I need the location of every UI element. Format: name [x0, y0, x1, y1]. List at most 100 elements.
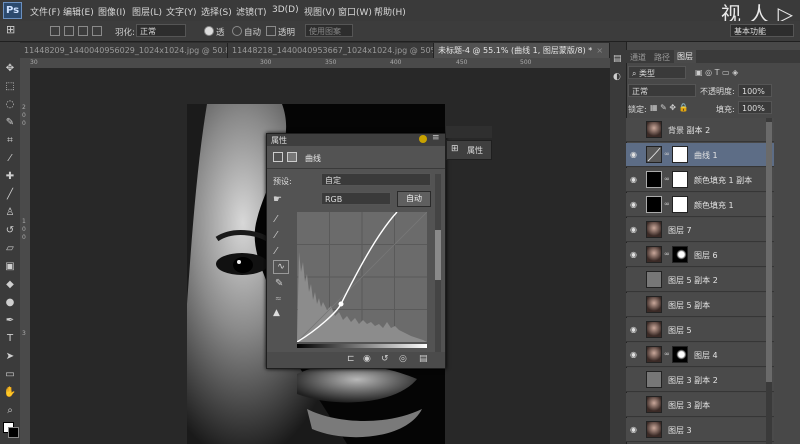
auto-button[interactable]: 自动: [397, 191, 431, 207]
eye-icon[interactable]: ◉: [630, 150, 641, 159]
layer-row[interactable]: ◉ 图层 3: [626, 418, 774, 442]
marquee-tool-icon[interactable]: ⬚: [3, 80, 17, 94]
eye-icon[interactable]: ◉: [630, 350, 641, 359]
fill-input[interactable]: 100%: [738, 101, 772, 114]
tab-channels[interactable]: 通道: [630, 52, 646, 63]
eye-hidden-icon[interactable]: [630, 400, 641, 409]
layer-mask-thumbnail[interactable]: [672, 246, 688, 263]
scrollbar-thumb[interactable]: [766, 122, 772, 382]
menu-layer[interactable]: 图层(L): [132, 5, 162, 18]
history-brush-tool-icon[interactable]: ↺: [3, 224, 17, 238]
adjustments-icon[interactable]: ◐: [613, 72, 621, 82]
history-icon[interactable]: ▤: [613, 54, 622, 64]
layer-kind-filter[interactable]: ⌕ 类型: [628, 66, 686, 79]
blur-tool-icon[interactable]: ◆: [3, 278, 17, 292]
hand-tool-icon[interactable]: ✋: [3, 386, 17, 400]
mask-icon[interactable]: [287, 152, 297, 162]
eye-hidden-icon[interactable]: [630, 125, 641, 134]
visibility-icon[interactable]: ◎: [399, 354, 407, 364]
pen-tool-icon[interactable]: ✒: [3, 314, 17, 328]
black-point-eyedropper-icon[interactable]: ⁄: [275, 214, 277, 225]
adjustment-icon[interactable]: [273, 152, 283, 162]
panel-menu-icon[interactable]: ≡: [432, 133, 440, 143]
layer-row[interactable]: 图层 5 副本 2: [626, 268, 774, 292]
quick-select-tool-icon[interactable]: ✎: [3, 116, 17, 130]
menu-view[interactable]: 视图(V): [304, 5, 335, 18]
opacity-input[interactable]: 100%: [738, 84, 772, 97]
tab-layers[interactable]: 图层: [674, 50, 696, 63]
workspace-select[interactable]: 基本功能: [730, 24, 794, 37]
layer-row[interactable]: ◉ ∞ 颜色填充 1 副本: [626, 168, 774, 192]
eye-hidden-icon[interactable]: [630, 275, 641, 284]
path-select-tool-icon[interactable]: ➤: [3, 350, 17, 364]
menu-image[interactable]: 图像(I): [98, 5, 126, 18]
channel-select[interactable]: RGB: [321, 192, 391, 205]
menu-type[interactable]: 文字(Y): [166, 5, 197, 18]
eye-icon[interactable]: ◉: [630, 200, 641, 209]
menu-file[interactable]: 文件(F): [30, 5, 60, 18]
use-pattern-button[interactable]: 使用图案: [305, 24, 353, 37]
reset-icon[interactable]: ↺: [381, 354, 389, 364]
layer-row[interactable]: 图层 3 副本: [626, 393, 774, 417]
eye-hidden-icon[interactable]: [630, 375, 641, 384]
selection-add-icon[interactable]: [64, 26, 74, 36]
lasso-tool-icon[interactable]: ◌: [3, 98, 17, 112]
tab-paths[interactable]: 路径: [654, 52, 670, 63]
eye-icon[interactable]: ◉: [630, 325, 641, 334]
document-tab[interactable]: 11448209_1440040956029_1024x1024.jpg @ 5…: [20, 43, 228, 58]
destination-radio[interactable]: [232, 26, 242, 36]
eraser-tool-icon[interactable]: ▱: [3, 242, 17, 256]
layer-row[interactable]: 图层 3 副本 2: [626, 368, 774, 392]
preset-select[interactable]: 自定: [321, 173, 431, 186]
menu-help[interactable]: 帮助(H): [374, 5, 406, 18]
layer-mask-thumbnail[interactable]: [672, 146, 688, 163]
panel-title-bar[interactable]: 属性 ≡: [267, 133, 445, 146]
mask-link-icon[interactable]: ∞: [664, 200, 670, 208]
mask-link-icon[interactable]: ∞: [664, 350, 670, 358]
layer-row[interactable]: ◉ ∞ 曲线 1: [626, 143, 774, 167]
layer-mask-thumbnail[interactable]: [672, 346, 688, 363]
scrollbar-thumb[interactable]: [435, 230, 441, 280]
menu-select[interactable]: 选择(S): [201, 5, 232, 18]
menu-filter[interactable]: 滤镜(T): [236, 5, 267, 18]
curve-point-tool-icon[interactable]: ∿: [273, 260, 289, 274]
layer-row[interactable]: ◉ 图层 7: [626, 218, 774, 242]
clip-to-layer-icon[interactable]: ⊏: [347, 354, 355, 364]
mask-link-icon[interactable]: ∞: [664, 250, 670, 258]
delete-icon[interactable]: ▤: [419, 354, 428, 364]
view-previous-icon[interactable]: ◉: [363, 354, 371, 364]
healing-tool-icon[interactable]: ✚: [3, 170, 17, 184]
selection-subtract-icon[interactable]: [78, 26, 88, 36]
eye-icon[interactable]: ◉: [630, 250, 641, 259]
layer-row[interactable]: 图层 5 副本: [626, 293, 774, 317]
stamp-tool-icon[interactable]: ♙: [3, 206, 17, 220]
crop-tool-icon[interactable]: ⌗: [3, 134, 17, 148]
brush-tool-icon[interactable]: ╱: [3, 188, 17, 202]
mask-link-icon[interactable]: ∞: [664, 175, 670, 183]
layer-row[interactable]: 背景 副本 2: [626, 118, 774, 142]
eye-hidden-icon[interactable]: [630, 300, 641, 309]
curves-graph[interactable]: [297, 212, 427, 342]
blend-mode-select[interactable]: 正常: [628, 84, 696, 97]
selection-intersect-icon[interactable]: [92, 26, 102, 36]
dodge-tool-icon[interactable]: ●: [3, 296, 17, 310]
layer-mask-thumbnail[interactable]: [672, 196, 688, 213]
layer-row[interactable]: ◉ 图层 5: [626, 318, 774, 342]
shape-tool-icon[interactable]: ▭: [3, 368, 17, 382]
white-point-eyedropper-icon[interactable]: ⁄: [275, 246, 277, 257]
eye-icon[interactable]: ◉: [630, 225, 641, 234]
clipping-warning-icon[interactable]: ▲: [273, 308, 280, 318]
layer-row[interactable]: ◉ ∞ 颜色填充 1: [626, 193, 774, 217]
eye-icon[interactable]: ◉: [630, 175, 641, 184]
gradient-tool-icon[interactable]: ▣: [3, 260, 17, 274]
layer-row[interactable]: ◉ ∞ 图层 4: [626, 343, 774, 367]
type-tool-icon[interactable]: T: [3, 332, 17, 346]
layer-row[interactable]: ◉ ∞ 图层 6: [626, 243, 774, 267]
eyedropper-tool-icon[interactable]: ⁄: [3, 152, 17, 166]
menu-edit[interactable]: 编辑(E): [63, 5, 94, 18]
document-tab-active[interactable]: 未标题-4 @ 55.1% (曲线 1, 图层蒙版/8) * ×: [434, 43, 610, 58]
selection-new-icon[interactable]: [50, 26, 60, 36]
collapsed-properties-button[interactable]: ⊞ 属性: [446, 140, 492, 160]
pencil-draw-icon[interactable]: ✎: [275, 278, 283, 289]
document-tab[interactable]: 11448218_1440040953667_1024x1024.jpg @ 5…: [228, 43, 434, 58]
